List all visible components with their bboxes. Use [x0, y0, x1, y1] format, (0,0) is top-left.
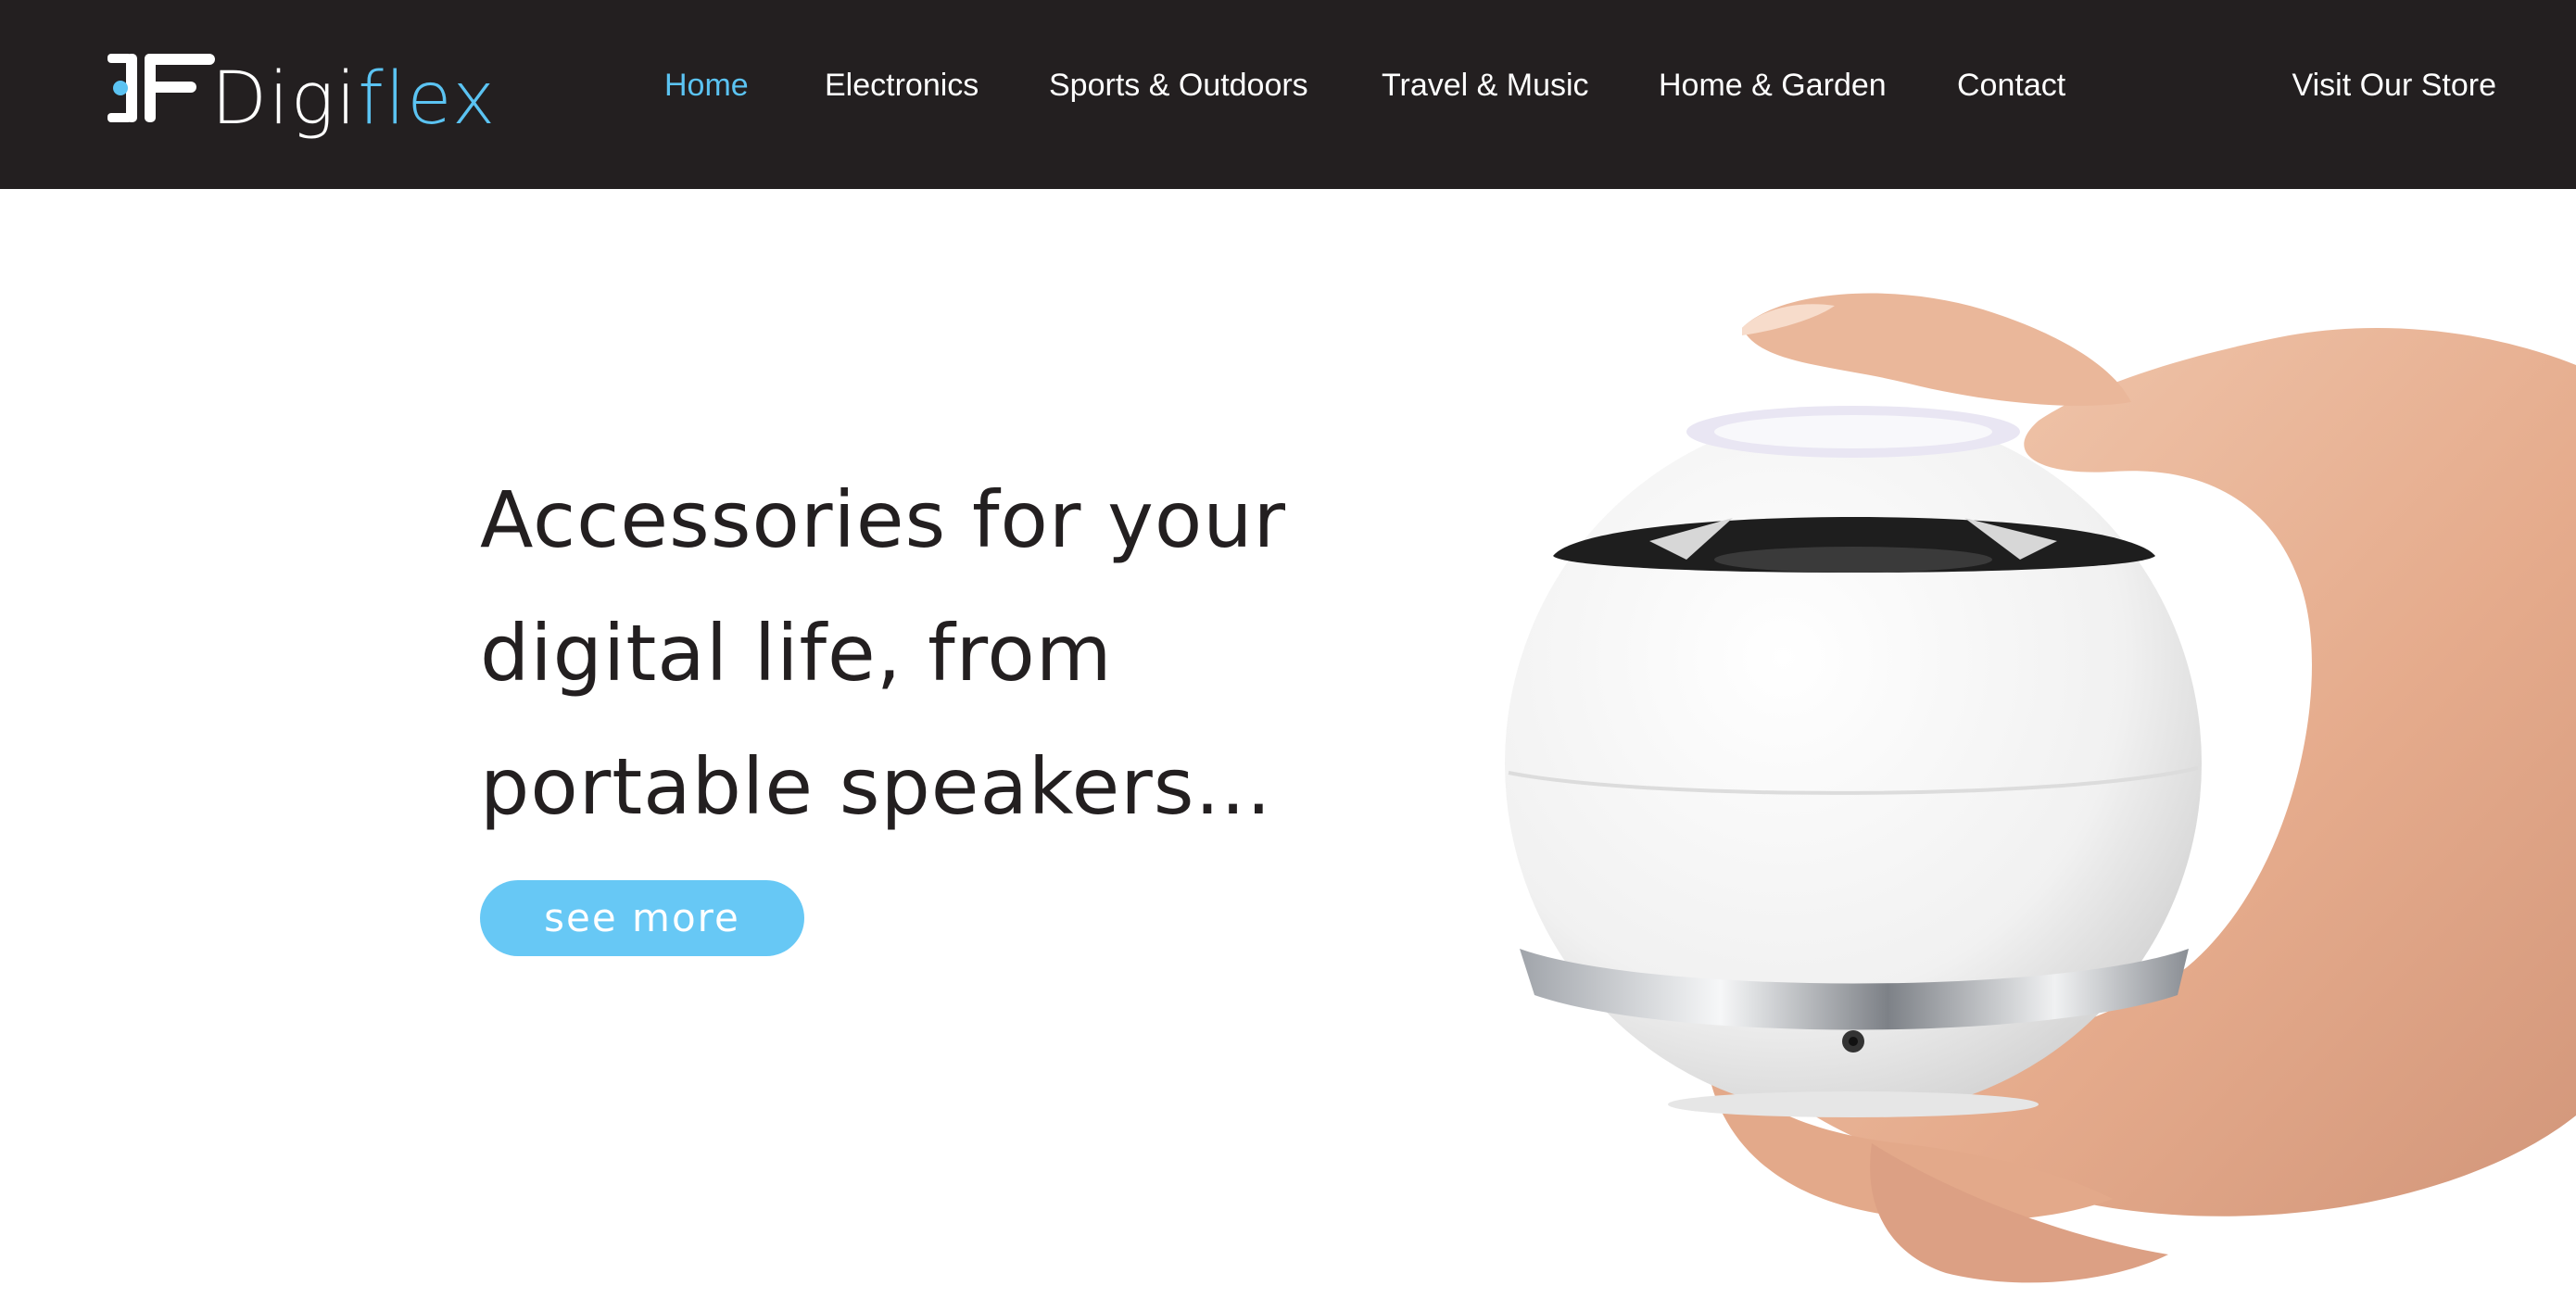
hero-headline-line-2: digital life, from — [480, 608, 1113, 699]
hero-product-image — [1505, 293, 2576, 1283]
top-navigation-bar: Digiflex Home Electronics Sports & Outdo… — [0, 0, 2576, 189]
see-more-button[interactable]: see more — [480, 880, 804, 956]
nav-item-home[interactable]: Home — [664, 63, 749, 107]
nav-item-sports-outdoors[interactable]: Sports & Outdoors — [1049, 63, 1308, 107]
hero-headline-line-1: Accessories for your — [480, 474, 1287, 565]
nav-item-home-garden[interactable]: Home & Garden — [1659, 63, 1887, 107]
nav-item-contact[interactable]: Contact — [1957, 63, 2065, 107]
nav-item-travel-music[interactable]: Travel & Music — [1382, 63, 1589, 107]
hero-headline: Accessories for your digital life, from … — [480, 453, 1388, 853]
digiflex-logo-mark-icon — [107, 54, 215, 122]
hero-headline-line-3: portable speakers... — [480, 741, 1272, 832]
logo-wordmark: Digiflex — [211, 57, 497, 141]
logo-text-suffix: flex — [358, 57, 498, 141]
hero-banner: Accessories for your digital life, from … — [0, 189, 2576, 1311]
digiflex-logo[interactable]: Digiflex — [107, 50, 495, 143]
logo-text-prefix: Digi — [211, 57, 359, 141]
nav-item-electronics[interactable]: Electronics — [825, 63, 979, 107]
visit-store-link[interactable]: Visit Our Store — [2292, 63, 2496, 107]
